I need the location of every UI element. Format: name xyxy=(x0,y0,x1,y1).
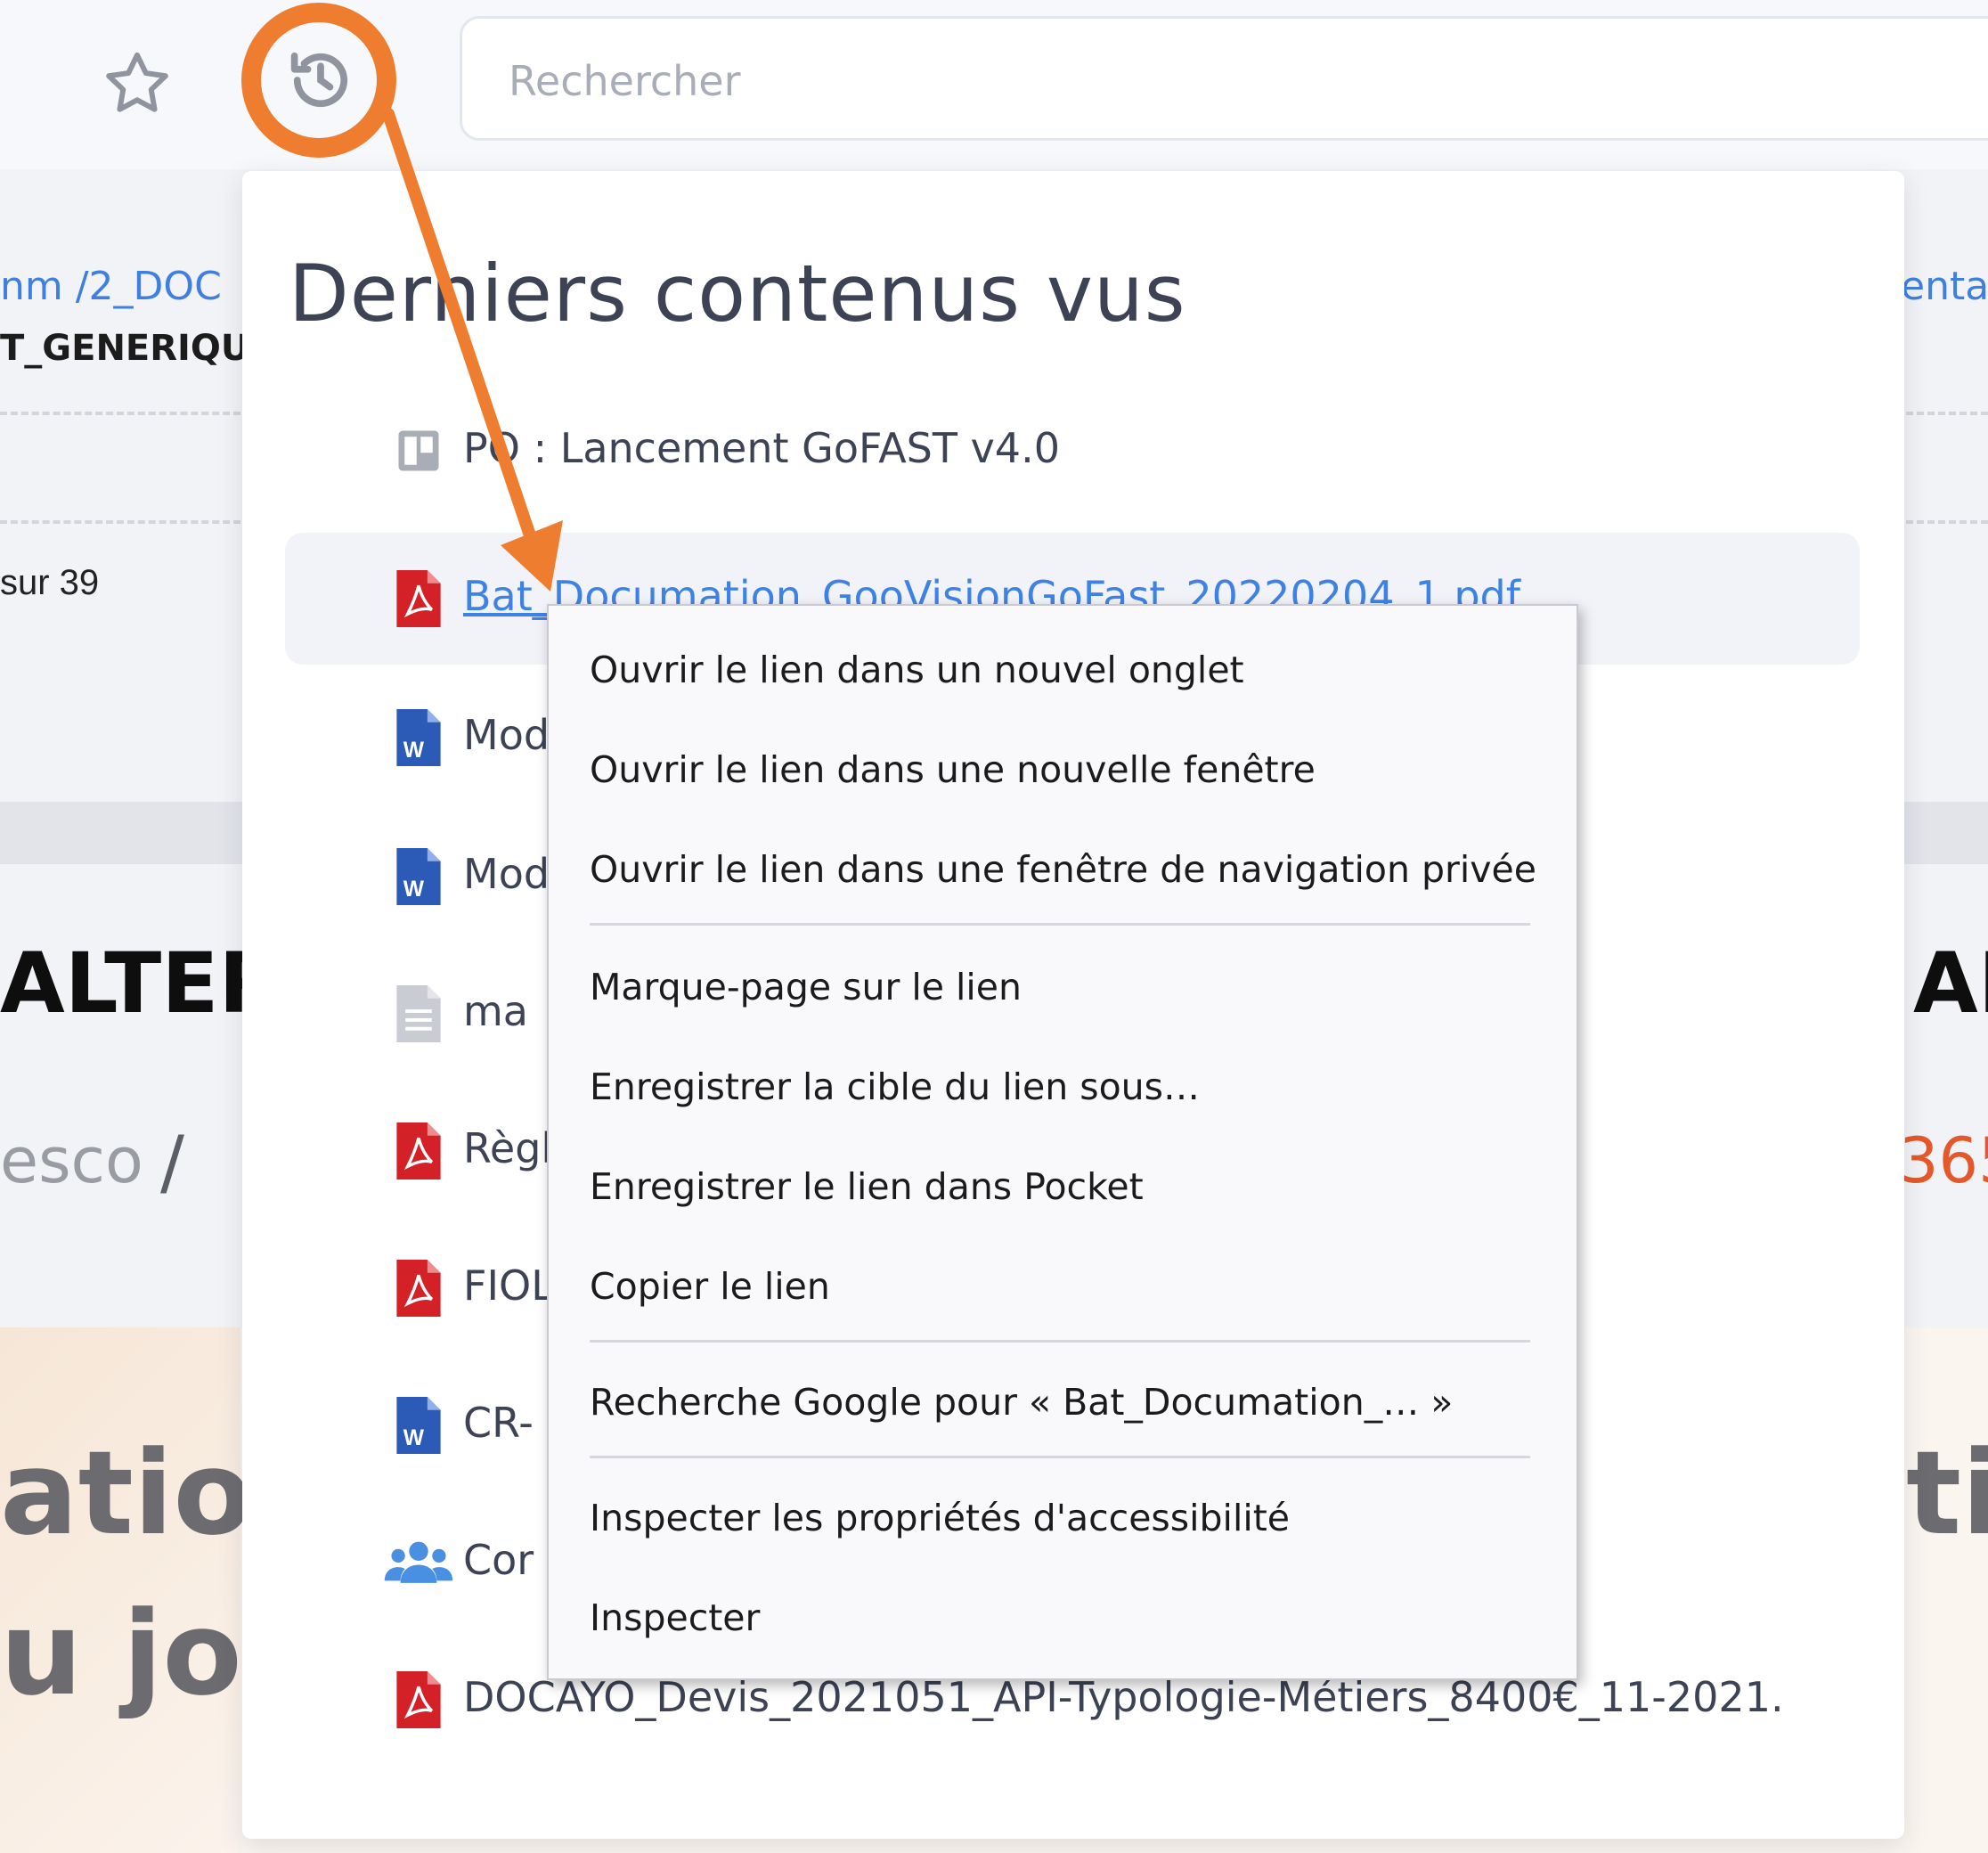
pdf-icon xyxy=(392,1258,445,1318)
menu-item-save-link-as[interactable]: Enregistrer la cible du lien sous… xyxy=(590,1065,1200,1108)
divider xyxy=(1906,412,1988,415)
document-icon xyxy=(392,984,445,1044)
pdf-icon xyxy=(392,1121,445,1181)
background-title-right: AN xyxy=(1913,935,1988,1033)
background-365-text: 365 xyxy=(1899,1124,1988,1197)
recent-item-label: PO : Lancement GoFAST v4.0 xyxy=(463,424,1060,472)
breadcrumb-right[interactable]: enta xyxy=(1901,264,1988,309)
background-alfresco-text: esco xyxy=(0,1124,143,1197)
word-icon: W xyxy=(392,1395,445,1456)
page-count: sur 39 xyxy=(0,563,100,602)
star-icon[interactable] xyxy=(96,43,178,125)
menu-item-open-new-window[interactable]: Ouvrir le lien dans une nouvelle fenêtre xyxy=(590,748,1316,791)
context-menu: Ouvrir le lien dans un nouvel onglet Ouv… xyxy=(547,604,1578,1680)
pdf-icon xyxy=(392,1669,445,1730)
board-icon xyxy=(392,420,445,481)
breadcrumb-left-secondary: T_GENERIQU xyxy=(0,328,250,369)
panel-title: Derniers contenus vus xyxy=(289,248,1186,339)
search-input[interactable] xyxy=(507,45,1846,117)
menu-item-google-search[interactable]: Recherche Google pour « Bat_Documation_…… xyxy=(590,1381,1453,1424)
menu-separator xyxy=(590,1456,1530,1458)
menu-item-copy-link[interactable]: Copier le lien xyxy=(590,1265,830,1308)
divider xyxy=(1906,520,1988,524)
menu-item-save-to-pocket[interactable]: Enregistrer le lien dans Pocket xyxy=(590,1165,1144,1208)
menu-separator xyxy=(590,1340,1530,1343)
menu-item-bookmark-link[interactable]: Marque-page sur le lien xyxy=(590,966,1022,1008)
recent-item[interactable]: PO : Lancement GoFAST v4.0 xyxy=(285,385,1860,517)
svg-text:W: W xyxy=(403,878,425,902)
svg-text:W: W xyxy=(403,739,425,763)
word-icon: W xyxy=(392,846,445,907)
background-slash: / xyxy=(160,1121,184,1204)
users-icon xyxy=(383,1532,454,1593)
svg-text:W: W xyxy=(403,1426,425,1450)
menu-item-inspect[interactable]: Inspecter xyxy=(590,1596,760,1639)
pdf-icon xyxy=(392,568,445,629)
recent-item-label: DOCAYO_Devis_2021051_API-Typologie-Métie… xyxy=(463,1673,1784,1721)
divider xyxy=(0,520,240,524)
menu-item-open-private-window[interactable]: Ouvrir le lien dans une fenêtre de navig… xyxy=(590,848,1536,891)
background-title-left: ALTER xyxy=(0,935,283,1033)
background-banner-text-right: ti xyxy=(1906,1425,1988,1561)
breadcrumb-left[interactable]: nm /2_DOC xyxy=(0,264,222,309)
search-bar xyxy=(460,16,1988,141)
history-icon[interactable] xyxy=(267,36,374,125)
divider xyxy=(0,412,240,415)
menu-separator xyxy=(590,923,1530,926)
menu-item-inspect-accessibility[interactable]: Inspecter les propriétés d'accessibilité xyxy=(590,1497,1290,1539)
menu-item-open-new-tab[interactable]: Ouvrir le lien dans un nouvel onglet xyxy=(590,649,1244,691)
word-icon: W xyxy=(392,707,445,768)
